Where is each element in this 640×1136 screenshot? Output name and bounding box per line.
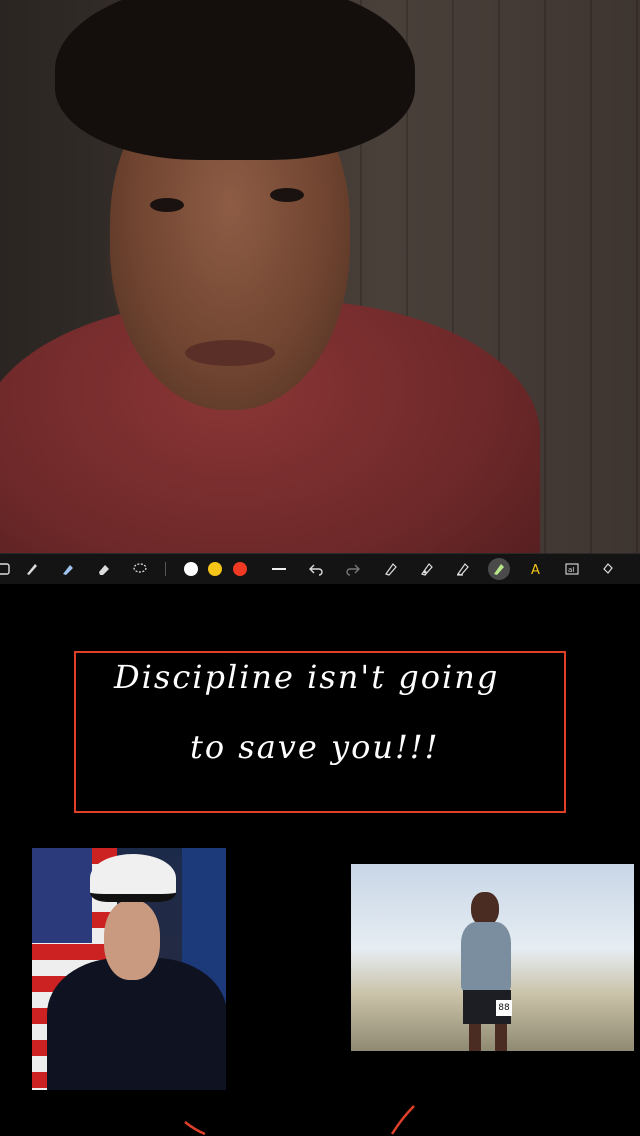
runner-photo[interactable]: 88 [351,864,634,1051]
pen-icon[interactable] [21,558,43,580]
partial-ink-marks [184,1105,415,1136]
shape-pen-icon[interactable] [380,558,402,580]
lasso-icon[interactable] [129,558,151,580]
presenter-hair [55,0,415,160]
ink-pen-icon[interactable] [416,558,438,580]
drawing-toolbar: A aI [0,553,640,585]
toolbar-divider [165,562,166,576]
presenter-mouth [185,340,275,366]
presenter-eye-right [270,188,304,202]
text-style-icon[interactable]: A [525,558,547,580]
quote-line-2: to save you!!! [190,728,440,766]
line-weight-icon[interactable] [268,558,290,580]
runner-head [471,892,499,926]
fill-bucket-icon[interactable] [597,558,619,580]
webcam-video [0,0,640,553]
textbox-icon[interactable]: aI [561,558,583,580]
redo-icon[interactable] [342,558,364,580]
runner-tank-top [461,922,511,992]
color-yellow-swatch[interactable] [208,562,222,576]
trace-pen-icon[interactable] [452,558,474,580]
active-highlighter-icon[interactable] [488,558,510,580]
undo-icon[interactable] [305,558,327,580]
officer-photo[interactable] [32,848,226,1090]
runner-bib: 88 [496,1000,512,1016]
presenter-eye-left [150,198,184,212]
marker-icon[interactable] [57,558,79,580]
officer-cap [90,854,176,902]
color-white-swatch[interactable] [184,562,198,576]
eraser-icon[interactable] [93,558,115,580]
runner-leg-left [469,1024,481,1051]
svg-text:A: A [531,563,540,577]
officer-face [104,900,160,980]
flag-canton [32,848,92,943]
color-red-swatch[interactable] [233,562,247,576]
sidebar-toggle-icon[interactable] [0,558,14,580]
svg-text:aI: aI [568,566,574,574]
runner-leg-right [495,1024,507,1051]
quote-line-1: Discipline isn't going [114,658,500,696]
